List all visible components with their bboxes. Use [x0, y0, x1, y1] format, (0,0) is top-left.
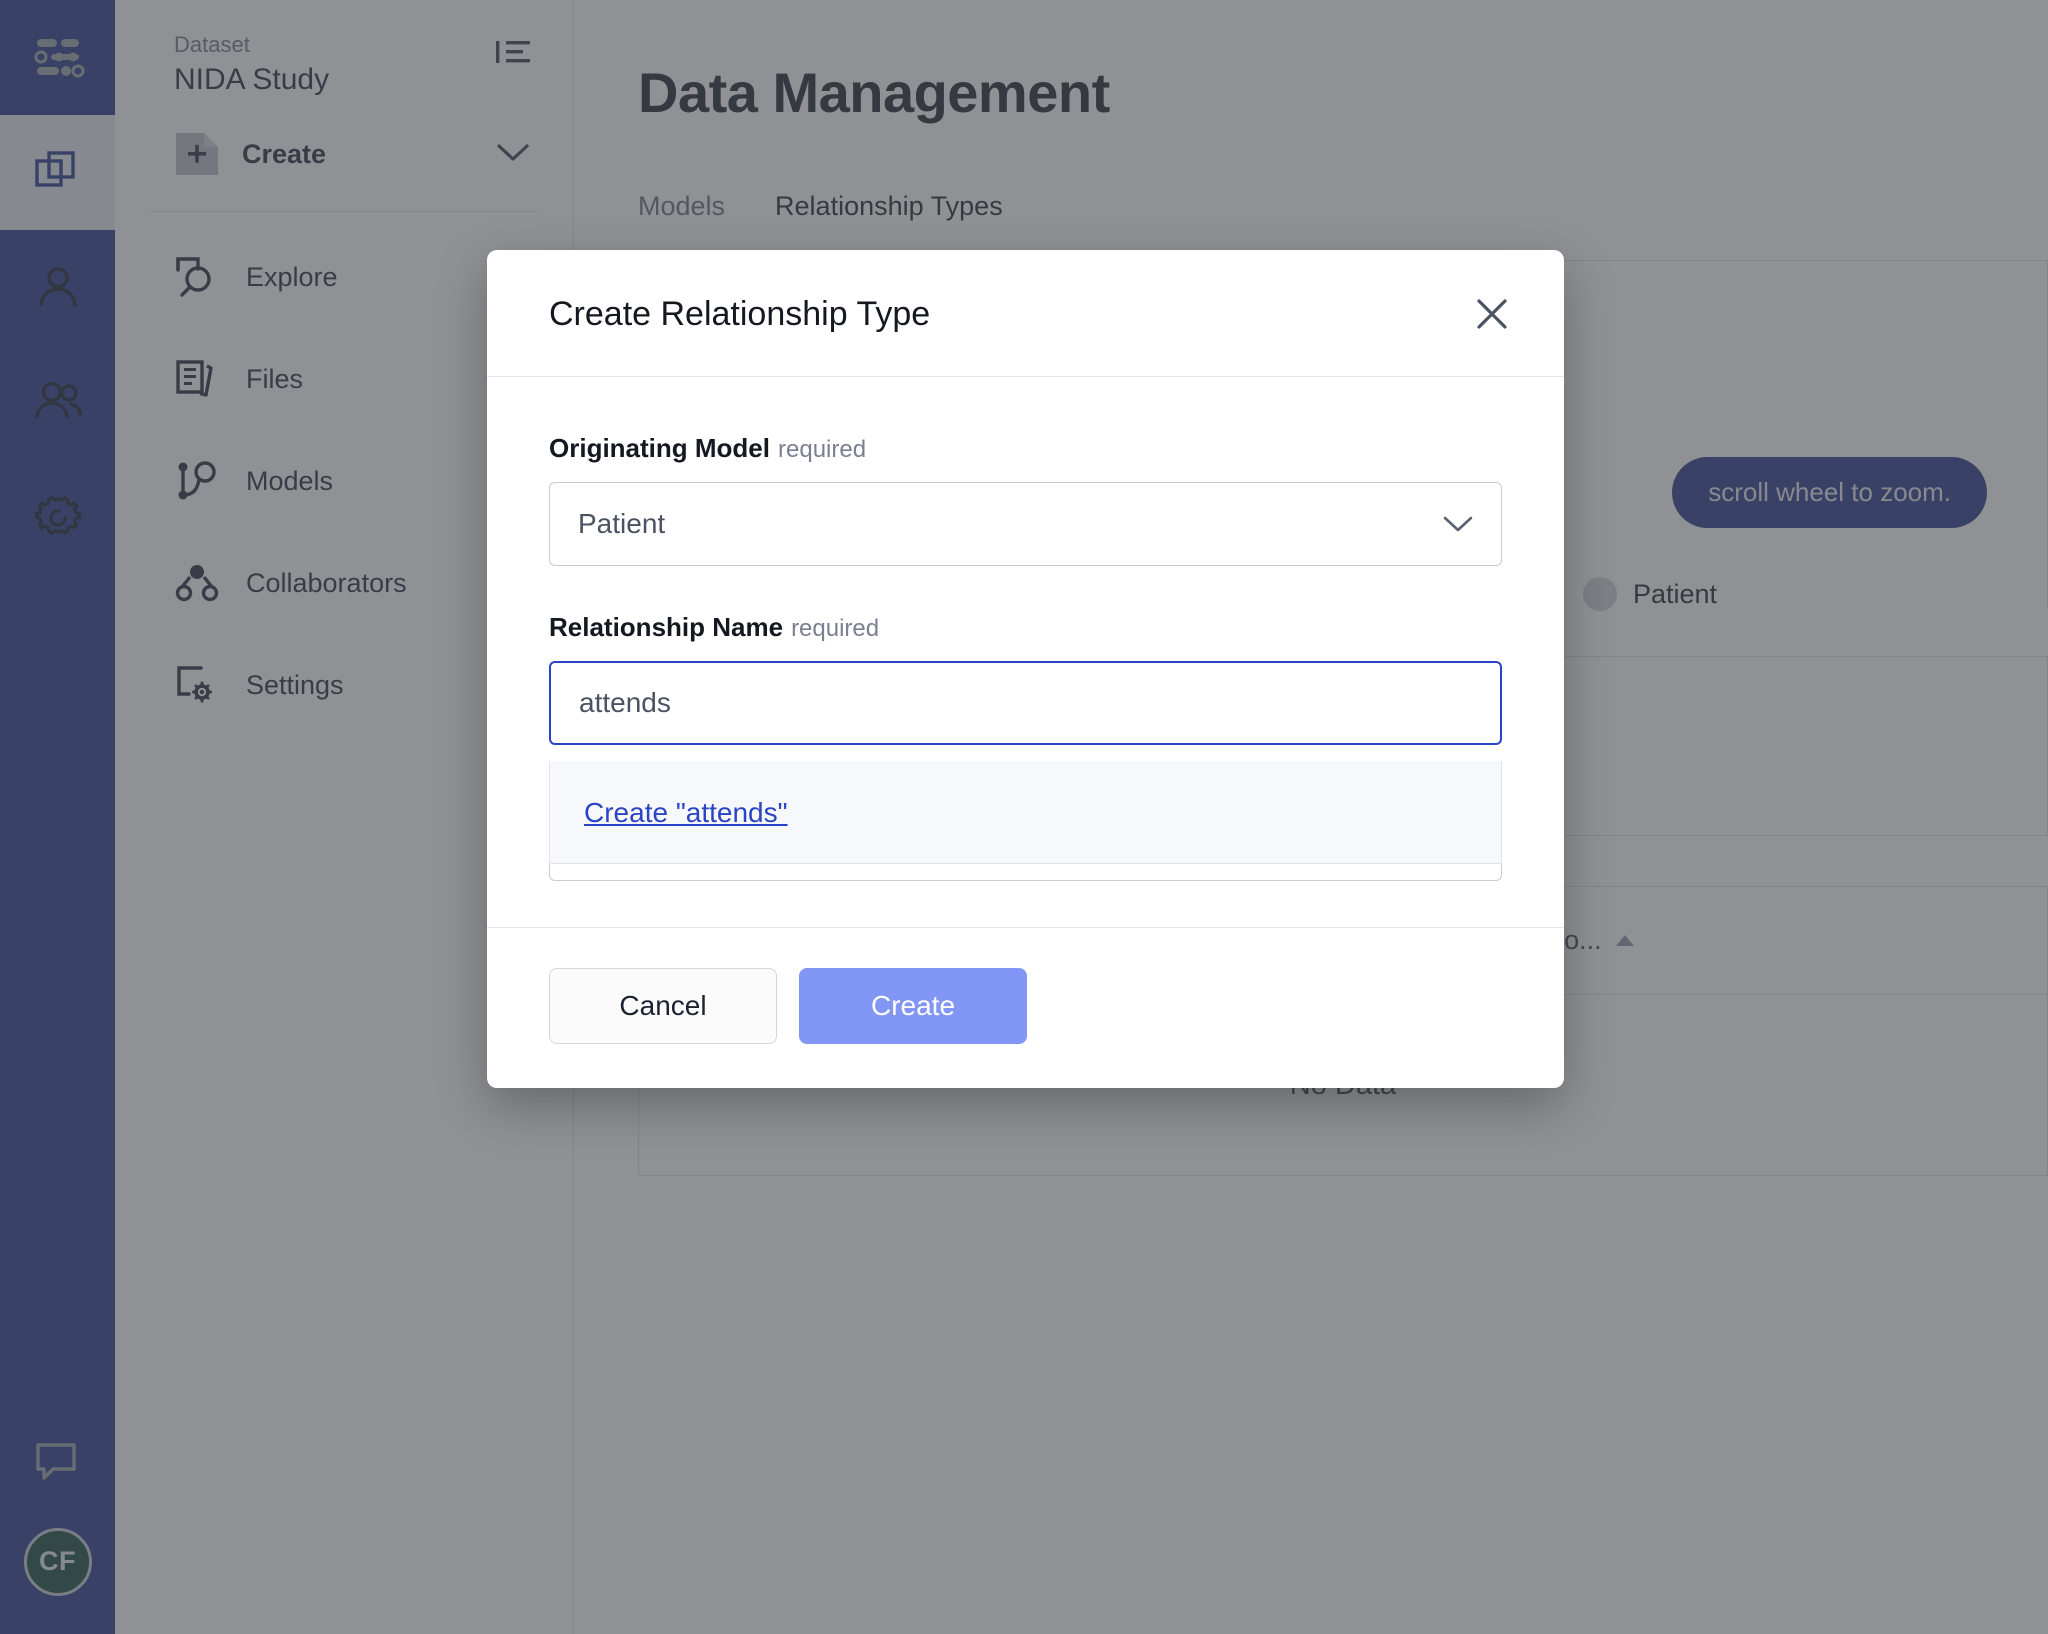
- relationship-name-value: attends: [579, 687, 671, 719]
- originating-model-select[interactable]: Patient: [549, 482, 1502, 566]
- dialog-title: Create Relationship Type: [549, 295, 930, 334]
- required-badge: required: [778, 436, 866, 463]
- field-label-text: Relationship Name: [549, 612, 783, 642]
- close-button[interactable]: [1470, 292, 1514, 336]
- field-label-text: Originating Model: [549, 433, 770, 463]
- relationship-name-label: Relationship Name required: [549, 612, 1502, 643]
- originating-model-label: Originating Model required: [549, 433, 1502, 464]
- chevron-down-icon: [1443, 508, 1473, 540]
- relationship-name-autocomplete: Create "attends": [549, 761, 1502, 864]
- field-spacer: [549, 566, 1502, 612]
- close-icon: [1473, 295, 1511, 333]
- dialog-body: Originating Model required Patient Relati…: [487, 377, 1564, 927]
- create-button[interactable]: Create: [799, 968, 1027, 1044]
- required-badge: required: [791, 615, 879, 642]
- dialog-footer: Cancel Create: [487, 927, 1564, 1088]
- cancel-button[interactable]: Cancel: [549, 968, 777, 1044]
- relationship-name-input[interactable]: attends: [549, 661, 1502, 745]
- originating-model-value: Patient: [578, 508, 665, 540]
- dialog-header: Create Relationship Type: [487, 250, 1564, 377]
- create-relationship-type-dialog: Create Relationship Type Originating Mod…: [487, 250, 1564, 1088]
- autocomplete-create-option[interactable]: Create "attends": [584, 797, 788, 829]
